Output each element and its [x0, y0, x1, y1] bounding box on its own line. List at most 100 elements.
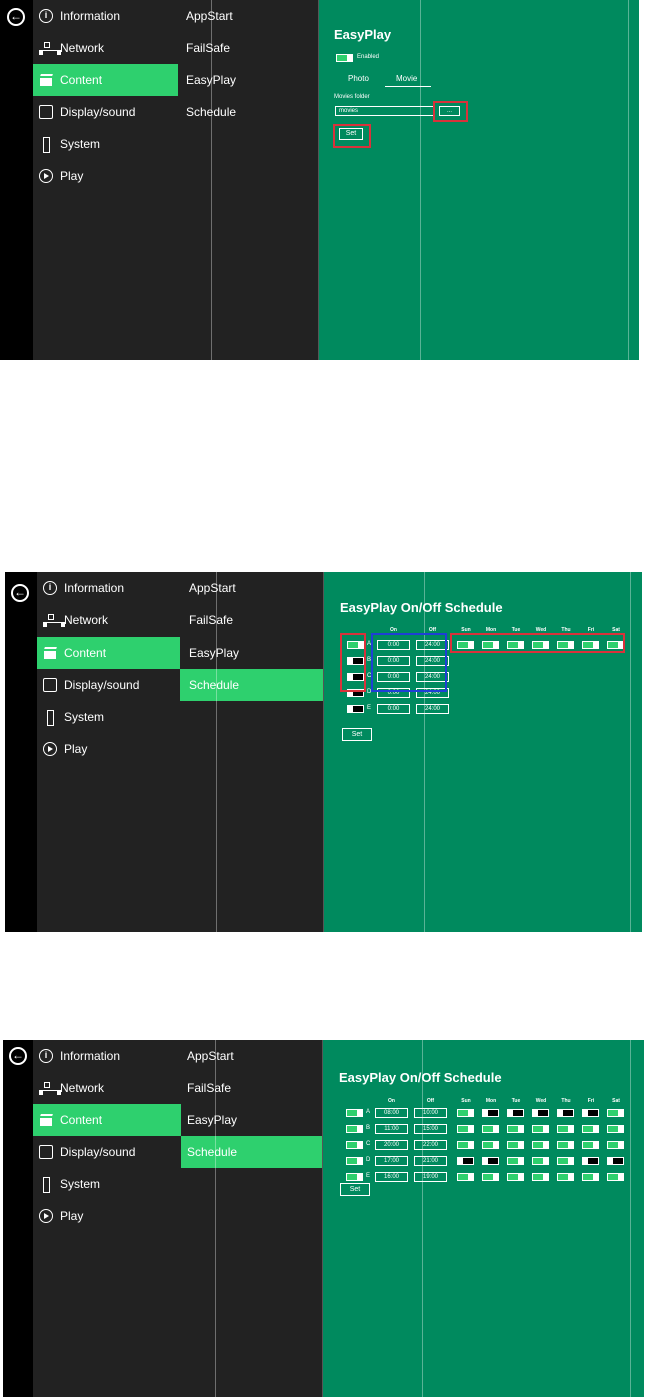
back-icon[interactable]: ←	[9, 1047, 27, 1065]
menu-item-network[interactable]: Network	[33, 32, 178, 64]
highlight-set	[333, 124, 371, 148]
menu-item-display-sound[interactable]: Display/sound	[37, 669, 180, 701]
menu-item-label: Content	[60, 73, 103, 87]
back-icon[interactable]: ←	[7, 8, 25, 26]
set-button[interactable]: Set	[342, 728, 372, 741]
folder-input[interactable]: movies	[335, 106, 435, 116]
day-toggle[interactable]	[582, 1141, 599, 1149]
tab-photo[interactable]: Photo	[348, 74, 369, 83]
menu-item-system[interactable]: System	[33, 1168, 181, 1200]
day-toggle[interactable]	[482, 1141, 499, 1149]
day-toggle[interactable]	[482, 1109, 499, 1117]
row-enable-toggle[interactable]	[346, 1125, 363, 1133]
menu-item-display-sound[interactable]: Display/sound	[33, 96, 178, 128]
menu-item-play[interactable]: Play	[33, 1200, 181, 1232]
menu-item-system[interactable]: System	[33, 128, 178, 160]
sub-item-easyplay[interactable]: EasyPlay	[178, 64, 318, 96]
day-toggle[interactable]	[482, 1157, 499, 1165]
back-icon[interactable]: ←	[11, 584, 29, 602]
menu-item-play[interactable]: Play	[33, 160, 178, 192]
sub-item-failsafe[interactable]: FailSafe	[180, 604, 323, 636]
day-toggle[interactable]	[532, 1125, 549, 1133]
row-enable-toggle[interactable]	[346, 1109, 363, 1117]
menu-item-network[interactable]: Network	[33, 1072, 181, 1104]
day-toggle[interactable]	[457, 1109, 474, 1117]
sub-item-appstart[interactable]: AppStart	[181, 1040, 322, 1072]
off-time-field[interactable]: 21:00	[414, 1156, 447, 1166]
on-time-field[interactable]: 11:00	[375, 1124, 408, 1134]
on-time-field[interactable]: 0:00	[377, 704, 410, 714]
sub-item-failsafe[interactable]: FailSafe	[181, 1072, 322, 1104]
day-toggle[interactable]	[557, 1109, 574, 1117]
sub-item-schedule[interactable]: Schedule	[181, 1136, 322, 1168]
day-toggle[interactable]	[557, 1173, 574, 1181]
row-label: A	[366, 1109, 371, 1115]
day-toggle[interactable]	[482, 1125, 499, 1133]
sub-item-failsafe[interactable]: FailSafe	[178, 32, 318, 64]
menu-item-information[interactable]: i Information	[33, 0, 178, 32]
on-time-field[interactable]: 16:00	[375, 1172, 408, 1182]
sub-item-appstart[interactable]: AppStart	[178, 0, 318, 32]
row-label: C	[366, 1141, 371, 1147]
off-time-field[interactable]: 15:00	[414, 1124, 447, 1134]
set-button[interactable]: Set	[340, 1183, 370, 1196]
menu-item-content[interactable]: Content	[33, 1104, 181, 1136]
menu-item-display-sound[interactable]: Display/sound	[33, 1136, 181, 1168]
row-enable-toggle[interactable]	[346, 1157, 363, 1165]
row-enable-toggle[interactable]	[347, 705, 364, 713]
day-toggle[interactable]	[532, 1173, 549, 1181]
off-time-field[interactable]: 19:00	[414, 1172, 447, 1182]
menu-item-information[interactable]: i Information	[37, 572, 180, 604]
day-toggle[interactable]	[607, 1125, 624, 1133]
row-enable-toggle[interactable]	[346, 1141, 363, 1149]
off-time-field[interactable]: 24:00	[416, 704, 449, 714]
row-label: D	[366, 1157, 371, 1163]
sub-item-appstart[interactable]: AppStart	[180, 572, 323, 604]
column-header-day: Mon	[485, 1098, 497, 1104]
menu-item-content[interactable]: Content	[33, 64, 178, 96]
menu-item-play[interactable]: Play	[37, 733, 180, 765]
on-time-field[interactable]: 08:00	[375, 1108, 408, 1118]
day-toggle[interactable]	[607, 1173, 624, 1181]
day-toggle[interactable]	[532, 1109, 549, 1117]
menu-item-information[interactable]: i Information	[33, 1040, 181, 1072]
day-toggle[interactable]	[507, 1157, 524, 1165]
day-toggle[interactable]	[582, 1173, 599, 1181]
menu-item-system[interactable]: System	[37, 701, 180, 733]
day-toggle[interactable]	[482, 1173, 499, 1181]
row-enable-toggle[interactable]	[346, 1173, 363, 1181]
off-time-field[interactable]: 22:00	[414, 1140, 447, 1150]
day-toggle[interactable]	[557, 1157, 574, 1165]
day-toggle[interactable]	[582, 1157, 599, 1165]
tab-movie[interactable]: Movie	[396, 74, 417, 83]
off-time-field[interactable]: 10:00	[414, 1108, 447, 1118]
day-toggle[interactable]	[457, 1173, 474, 1181]
day-toggle[interactable]	[457, 1141, 474, 1149]
day-toggle[interactable]	[582, 1109, 599, 1117]
day-toggle[interactable]	[532, 1157, 549, 1165]
on-time-field[interactable]: 17:00	[375, 1156, 408, 1166]
day-toggle[interactable]	[607, 1157, 624, 1165]
day-toggle[interactable]	[507, 1141, 524, 1149]
day-toggle[interactable]	[457, 1125, 474, 1133]
sub-item-easyplay[interactable]: EasyPlay	[180, 637, 323, 669]
highlight-days	[450, 633, 625, 653]
sub-item-easyplay[interactable]: EasyPlay	[181, 1104, 322, 1136]
on-time-field[interactable]: 20:00	[375, 1140, 408, 1150]
enabled-toggle[interactable]	[336, 54, 353, 62]
day-toggle[interactable]	[607, 1109, 624, 1117]
enabled-label: Enabled	[357, 54, 380, 60]
day-toggle[interactable]	[557, 1141, 574, 1149]
day-toggle[interactable]	[507, 1125, 524, 1133]
day-toggle[interactable]	[532, 1141, 549, 1149]
day-toggle[interactable]	[557, 1125, 574, 1133]
sub-item-schedule[interactable]: Schedule	[180, 669, 323, 701]
day-toggle[interactable]	[607, 1141, 624, 1149]
menu-item-content[interactable]: Content	[37, 637, 180, 669]
day-toggle[interactable]	[507, 1109, 524, 1117]
sub-item-schedule[interactable]: Schedule	[178, 96, 318, 128]
day-toggle[interactable]	[582, 1125, 599, 1133]
day-toggle[interactable]	[507, 1173, 524, 1181]
menu-item-network[interactable]: Network	[37, 604, 180, 636]
day-toggle[interactable]	[457, 1157, 474, 1165]
